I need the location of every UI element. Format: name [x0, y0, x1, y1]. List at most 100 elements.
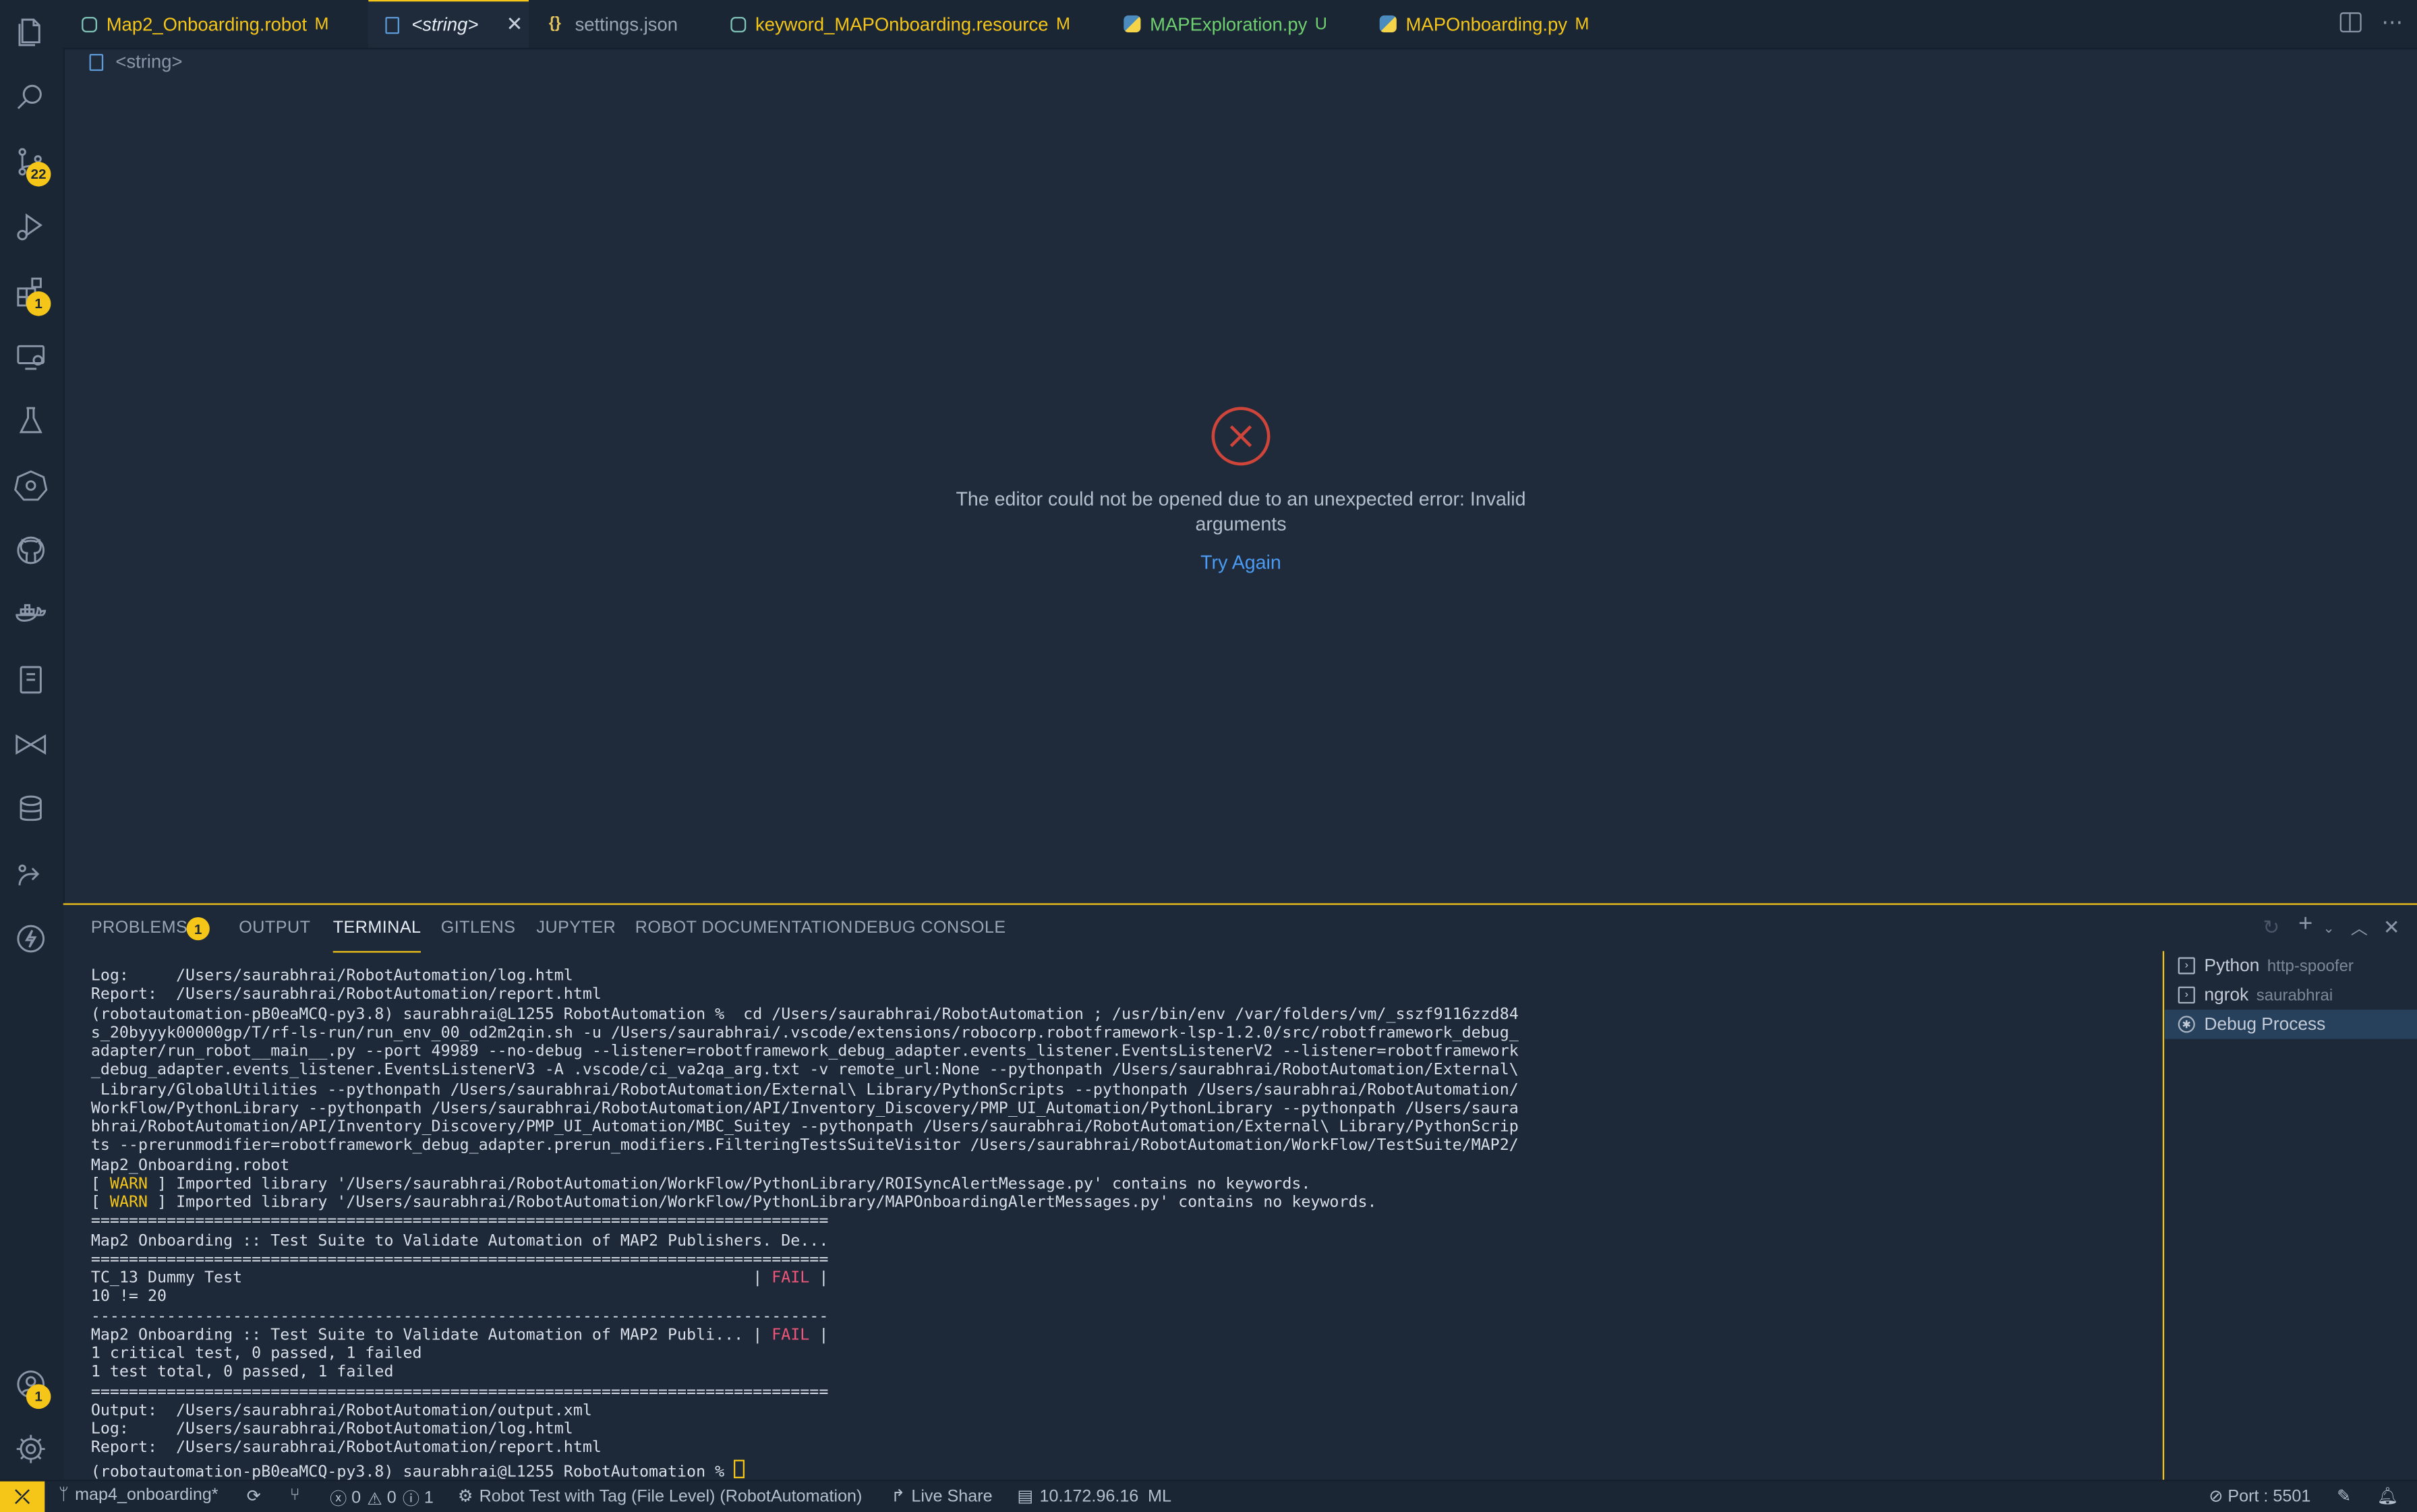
notebook-icon[interactable] [12, 662, 49, 699]
ip-label: 10.172.96.16 [1039, 1486, 1139, 1505]
terminal-name: ngrok [2204, 985, 2249, 1005]
tab-mapexploration-py[interactable]: MAPExploration.py U [1124, 0, 1327, 48]
branch-status[interactable]: ᛘ map4_onboarding* [59, 1486, 219, 1504]
docker-icon[interactable] [12, 597, 49, 634]
port-status[interactable]: ⊘ Port : 5501 [2209, 1486, 2310, 1507]
separator: ========================================… [90, 1383, 829, 1401]
suite-result-line: Map2 Onboarding :: Test Suite to Validat… [90, 1327, 829, 1344]
error-message: The editor could not be opened due to an… [919, 487, 1563, 536]
breadcrumb: <string> [89, 51, 183, 72]
branch-icon: ᛘ [58, 1486, 69, 1505]
tab-settings-json[interactable]: {} settings.json [544, 0, 678, 48]
run-config-status[interactable]: ⚙ Robot Test with Tag (File Level) (Robo… [458, 1486, 863, 1507]
tab-label: <string> [411, 13, 479, 36]
prompt: (robotautomation-pB0eaMCQ-py3.8) saurabh… [90, 1463, 734, 1481]
bottom-panel: PROBLEMS 1 OUTPUT TERMINAL GITLENS JUPYT… [63, 903, 2417, 1482]
separator: ----------------------------------------… [90, 1308, 829, 1325]
test-name: TC_13 Dummy Test | [90, 1270, 772, 1287]
split-editor-icon[interactable] [2339, 12, 2362, 32]
tab-terminal[interactable]: TERMINAL [332, 919, 421, 953]
error-icon: ⓧ [330, 1490, 347, 1509]
sync-icon[interactable]: ⟳ [247, 1486, 261, 1506]
summary-line: 1 test total, 0 passed, 1 failed [90, 1364, 394, 1382]
terminal-line: Library/GlobalUtilities --pythonpath /Us… [90, 1081, 1519, 1099]
terminal-icon: › [2178, 957, 2195, 975]
remote-share-icon[interactable] [12, 856, 49, 893]
run-debug-icon[interactable] [12, 208, 49, 245]
separator: ========================================… [90, 1213, 829, 1231]
file-icon [385, 16, 399, 34]
live-share-label: Live Share [911, 1486, 993, 1505]
terminal-line: _debug_adapter.events_listener.EventsLis… [90, 1062, 1519, 1080]
github-icon[interactable] [12, 532, 49, 569]
tab-robot-documentation[interactable]: ROBOT DOCUMENTATION [635, 919, 853, 937]
tab-maponboarding-py[interactable]: MAPOnboarding.py M [1379, 0, 1589, 48]
output-path: Output: /Users/saurabhrai/RobotAutomatio… [90, 1402, 592, 1420]
json-icon: {} [548, 15, 561, 32]
tab-label: MAPExploration.py [1150, 13, 1308, 35]
tab-label: MAPOnboarding.py [1405, 13, 1567, 35]
ip-status[interactable]: ▤ 10.172.96.16 ML [1018, 1486, 1171, 1507]
testing-icon[interactable] [12, 403, 49, 440]
terminal-item-debug-process[interactable]: ✱ Debug Process [2164, 1010, 2417, 1039]
close-panel-icon[interactable]: ✕ [2383, 916, 2400, 941]
explorer-icon[interactable] [12, 14, 49, 51]
tab-map2-onboarding-robot[interactable]: Map2_Onboarding.robot M [82, 0, 328, 48]
database-icon[interactable] [12, 791, 49, 828]
remote-explorer-icon[interactable] [12, 338, 49, 375]
refresh-icon[interactable]: ↻ [2263, 916, 2279, 941]
terminal-item-python[interactable]: › Python http-spoofer [2164, 951, 2417, 980]
activity-bar: 22 1 1 [0, 0, 65, 1480]
run-config-label: Robot Test with Tag (File Level) (RobotA… [479, 1486, 863, 1505]
tab-problems[interactable]: PROBLEMS [91, 919, 187, 937]
warn-label: WARN [109, 1194, 148, 1212]
live-share-status[interactable]: ↱ Live Share [891, 1486, 993, 1507]
ml-label: ML [1148, 1486, 1171, 1505]
problems-status[interactable]: ⓧ 0 ⚠ 0 ⓘ 1 [330, 1486, 434, 1511]
suite-result: Map2 Onboarding :: Test Suite to Validat… [90, 1327, 772, 1344]
chevron-down-icon[interactable]: ⌄ [2323, 921, 2335, 937]
robot-file-icon [82, 16, 97, 32]
extensions-badge: 1 [26, 291, 51, 316]
try-again-link[interactable]: Try Again [1200, 552, 1281, 573]
terminal-item-ngrok[interactable]: › ngrok saurabhrai [2164, 981, 2417, 1010]
tab-string[interactable]: <string> ✕ [368, 0, 529, 48]
terminal-line: s_20byyyk00000gp/T/rf-ls-run/run_env_00_… [90, 1024, 1519, 1042]
live-share-panel-icon[interactable] [12, 726, 49, 763]
terminal-line: Report: /Users/saurabhrai/RobotAutomatio… [90, 987, 602, 1004]
bell-icon[interactable]: 🔔︎ [2377, 1486, 2399, 1506]
warn-line: [ WARN ] Imported library '/Users/saurab… [90, 1175, 1311, 1193]
tab-debug-console[interactable]: DEBUG CONSOLE [854, 919, 1006, 937]
terminal-sub: saurabhrai [2256, 985, 2333, 1005]
tab-jupyter[interactable]: JUPYTER [536, 919, 616, 937]
maximize-panel-icon[interactable]: ︿ [2351, 916, 2368, 941]
breadcrumb-label[interactable]: <string> [115, 51, 182, 72]
gear-icon[interactable] [12, 1430, 49, 1467]
terminal-icon: › [2178, 986, 2195, 1004]
terminal-name: Debug Process [2204, 1015, 2326, 1034]
remote-indicator-icon[interactable]: ⤫ [0, 1481, 45, 1512]
more-actions-icon[interactable]: ⋯ [2381, 9, 2404, 36]
new-terminal-icon[interactable]: + [2298, 911, 2312, 939]
tab-untracked-badge: U [1314, 14, 1327, 34]
terminal-line: (robotautomation-pB0eaMCQ-py3.8) saurabh… [90, 1006, 1519, 1023]
test-result-line: TC_13 Dummy Test | FAIL | [90, 1270, 829, 1287]
thunder-client-icon[interactable] [12, 921, 49, 958]
close-icon[interactable]: ✕ [506, 12, 523, 37]
python-icon [1379, 15, 1397, 32]
terminal-line: WorkFlow/PythonLibrary --pythonpath /Use… [90, 1100, 1519, 1117]
search-icon[interactable] [12, 79, 49, 116]
git-graph-icon[interactable]: ⑂ [290, 1486, 300, 1504]
tab-label: keyword_MAPOnboarding.resource [755, 13, 1049, 35]
scm-badge: 22 [26, 161, 51, 187]
tab-keyword-mapOnboarding-resource[interactable]: keyword_MAPOnboarding.resource M [730, 0, 1070, 48]
terminal-line: Map2_Onboarding.robot [90, 1157, 290, 1174]
kubernetes-icon[interactable] [12, 467, 49, 504]
warning-icon: ⚠ [367, 1490, 382, 1509]
warn-text: ] Imported library '/Users/saurabhrai/Ro… [148, 1194, 1377, 1212]
problems-badge: 1 [186, 917, 210, 941]
tab-gitlens[interactable]: GITLENS [441, 919, 516, 937]
tab-output[interactable]: OUTPUT [239, 919, 310, 937]
feedback-icon[interactable]: ✎ [2337, 1486, 2351, 1506]
terminal-output[interactable]: Log: /Users/saurabhrai/RobotAutomation/l… [91, 968, 2157, 1482]
